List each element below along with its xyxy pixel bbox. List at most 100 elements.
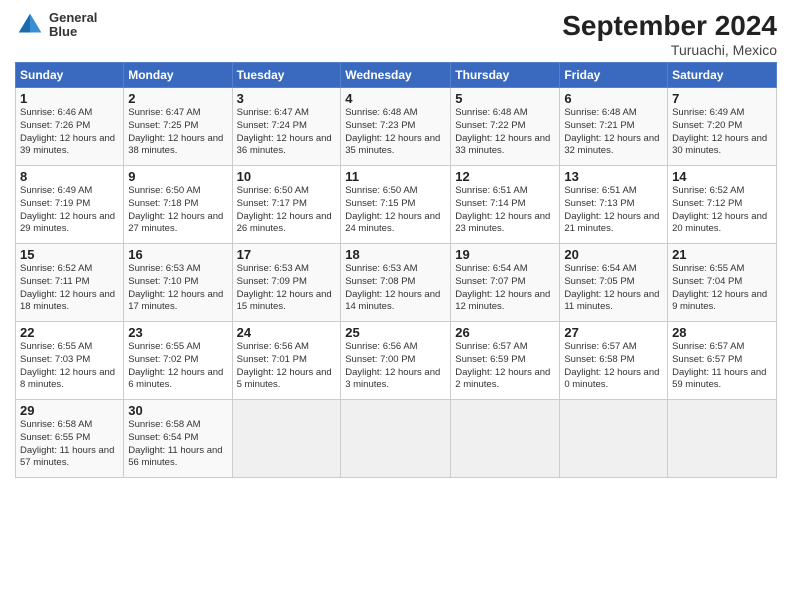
day-number: 28 bbox=[672, 325, 772, 340]
day-number: 11 bbox=[345, 169, 446, 184]
week-row-5: 29Sunrise: 6:58 AM Sunset: 6:55 PM Dayli… bbox=[16, 400, 777, 478]
logo-line1: General bbox=[49, 11, 97, 25]
day-number: 15 bbox=[20, 247, 119, 262]
col-monday: Monday bbox=[124, 63, 232, 88]
table-row: 29Sunrise: 6:58 AM Sunset: 6:55 PM Dayli… bbox=[16, 400, 124, 478]
day-number: 18 bbox=[345, 247, 446, 262]
day-number: 22 bbox=[20, 325, 119, 340]
day-number: 23 bbox=[128, 325, 227, 340]
day-number: 19 bbox=[455, 247, 555, 262]
table-row: 30Sunrise: 6:58 AM Sunset: 6:54 PM Dayli… bbox=[124, 400, 232, 478]
header-row: Sunday Monday Tuesday Wednesday Thursday… bbox=[16, 63, 777, 88]
day-info: Sunrise: 6:55 AM Sunset: 7:03 PM Dayligh… bbox=[20, 341, 119, 392]
day-info: Sunrise: 6:47 AM Sunset: 7:25 PM Dayligh… bbox=[128, 107, 227, 158]
day-info: Sunrise: 6:55 AM Sunset: 7:04 PM Dayligh… bbox=[672, 263, 772, 314]
day-info: Sunrise: 6:53 AM Sunset: 7:09 PM Dayligh… bbox=[237, 263, 337, 314]
table-row bbox=[451, 400, 560, 478]
col-tuesday: Tuesday bbox=[232, 63, 341, 88]
table-row: 17Sunrise: 6:53 AM Sunset: 7:09 PM Dayli… bbox=[232, 244, 341, 322]
day-info: Sunrise: 6:50 AM Sunset: 7:18 PM Dayligh… bbox=[128, 185, 227, 236]
table-row bbox=[341, 400, 451, 478]
table-row bbox=[232, 400, 341, 478]
day-info: Sunrise: 6:49 AM Sunset: 7:20 PM Dayligh… bbox=[672, 107, 772, 158]
day-info: Sunrise: 6:46 AM Sunset: 7:26 PM Dayligh… bbox=[20, 107, 119, 158]
day-info: Sunrise: 6:57 AM Sunset: 6:59 PM Dayligh… bbox=[455, 341, 555, 392]
day-info: Sunrise: 6:49 AM Sunset: 7:19 PM Dayligh… bbox=[20, 185, 119, 236]
day-number: 6 bbox=[564, 91, 663, 106]
table-row: 25Sunrise: 6:56 AM Sunset: 7:00 PM Dayli… bbox=[341, 322, 451, 400]
day-number: 1 bbox=[20, 91, 119, 106]
day-number: 10 bbox=[237, 169, 337, 184]
col-thursday: Thursday bbox=[451, 63, 560, 88]
day-info: Sunrise: 6:50 AM Sunset: 7:17 PM Dayligh… bbox=[237, 185, 337, 236]
day-info: Sunrise: 6:50 AM Sunset: 7:15 PM Dayligh… bbox=[345, 185, 446, 236]
day-number: 21 bbox=[672, 247, 772, 262]
table-row: 3Sunrise: 6:47 AM Sunset: 7:24 PM Daylig… bbox=[232, 88, 341, 166]
day-number: 29 bbox=[20, 403, 119, 418]
day-info: Sunrise: 6:52 AM Sunset: 7:12 PM Dayligh… bbox=[672, 185, 772, 236]
table-row: 18Sunrise: 6:53 AM Sunset: 7:08 PM Dayli… bbox=[341, 244, 451, 322]
day-info: Sunrise: 6:48 AM Sunset: 7:22 PM Dayligh… bbox=[455, 107, 555, 158]
day-info: Sunrise: 6:53 AM Sunset: 7:08 PM Dayligh… bbox=[345, 263, 446, 314]
table-row: 4Sunrise: 6:48 AM Sunset: 7:23 PM Daylig… bbox=[341, 88, 451, 166]
table-row bbox=[560, 400, 668, 478]
week-row-4: 22Sunrise: 6:55 AM Sunset: 7:03 PM Dayli… bbox=[16, 322, 777, 400]
calendar-table: Sunday Monday Tuesday Wednesday Thursday… bbox=[15, 62, 777, 478]
table-row: 1Sunrise: 6:46 AM Sunset: 7:26 PM Daylig… bbox=[16, 88, 124, 166]
week-row-3: 15Sunrise: 6:52 AM Sunset: 7:11 PM Dayli… bbox=[16, 244, 777, 322]
day-number: 24 bbox=[237, 325, 337, 340]
day-number: 16 bbox=[128, 247, 227, 262]
day-info: Sunrise: 6:52 AM Sunset: 7:11 PM Dayligh… bbox=[20, 263, 119, 314]
table-row: 12Sunrise: 6:51 AM Sunset: 7:14 PM Dayli… bbox=[451, 166, 560, 244]
day-info: Sunrise: 6:53 AM Sunset: 7:10 PM Dayligh… bbox=[128, 263, 227, 314]
title-block: September 2024 Turuachi, Mexico bbox=[562, 10, 777, 58]
table-row: 15Sunrise: 6:52 AM Sunset: 7:11 PM Dayli… bbox=[16, 244, 124, 322]
day-info: Sunrise: 6:58 AM Sunset: 6:54 PM Dayligh… bbox=[128, 419, 227, 470]
day-number: 14 bbox=[672, 169, 772, 184]
day-info: Sunrise: 6:54 AM Sunset: 7:05 PM Dayligh… bbox=[564, 263, 663, 314]
day-number: 27 bbox=[564, 325, 663, 340]
table-row: 7Sunrise: 6:49 AM Sunset: 7:20 PM Daylig… bbox=[668, 88, 777, 166]
day-number: 7 bbox=[672, 91, 772, 106]
week-row-1: 1Sunrise: 6:46 AM Sunset: 7:26 PM Daylig… bbox=[16, 88, 777, 166]
table-row: 9Sunrise: 6:50 AM Sunset: 7:18 PM Daylig… bbox=[124, 166, 232, 244]
table-row: 11Sunrise: 6:50 AM Sunset: 7:15 PM Dayli… bbox=[341, 166, 451, 244]
table-row: 27Sunrise: 6:57 AM Sunset: 6:58 PM Dayli… bbox=[560, 322, 668, 400]
day-number: 26 bbox=[455, 325, 555, 340]
day-info: Sunrise: 6:56 AM Sunset: 7:00 PM Dayligh… bbox=[345, 341, 446, 392]
logo-text: General Blue bbox=[49, 11, 97, 40]
table-row: 2Sunrise: 6:47 AM Sunset: 7:25 PM Daylig… bbox=[124, 88, 232, 166]
day-info: Sunrise: 6:57 AM Sunset: 6:58 PM Dayligh… bbox=[564, 341, 663, 392]
week-row-2: 8Sunrise: 6:49 AM Sunset: 7:19 PM Daylig… bbox=[16, 166, 777, 244]
day-number: 25 bbox=[345, 325, 446, 340]
table-row: 6Sunrise: 6:48 AM Sunset: 7:21 PM Daylig… bbox=[560, 88, 668, 166]
day-number: 30 bbox=[128, 403, 227, 418]
col-sunday: Sunday bbox=[16, 63, 124, 88]
table-row: 23Sunrise: 6:55 AM Sunset: 7:02 PM Dayli… bbox=[124, 322, 232, 400]
day-number: 9 bbox=[128, 169, 227, 184]
day-info: Sunrise: 6:56 AM Sunset: 7:01 PM Dayligh… bbox=[237, 341, 337, 392]
logo-icon bbox=[15, 10, 45, 40]
col-friday: Friday bbox=[560, 63, 668, 88]
table-row: 8Sunrise: 6:49 AM Sunset: 7:19 PM Daylig… bbox=[16, 166, 124, 244]
day-info: Sunrise: 6:58 AM Sunset: 6:55 PM Dayligh… bbox=[20, 419, 119, 470]
calendar-body: 1Sunrise: 6:46 AM Sunset: 7:26 PM Daylig… bbox=[16, 88, 777, 478]
table-row: 20Sunrise: 6:54 AM Sunset: 7:05 PM Dayli… bbox=[560, 244, 668, 322]
day-info: Sunrise: 6:48 AM Sunset: 7:21 PM Dayligh… bbox=[564, 107, 663, 158]
day-number: 20 bbox=[564, 247, 663, 262]
day-info: Sunrise: 6:47 AM Sunset: 7:24 PM Dayligh… bbox=[237, 107, 337, 158]
table-row: 21Sunrise: 6:55 AM Sunset: 7:04 PM Dayli… bbox=[668, 244, 777, 322]
day-number: 5 bbox=[455, 91, 555, 106]
table-row: 19Sunrise: 6:54 AM Sunset: 7:07 PM Dayli… bbox=[451, 244, 560, 322]
logo-line2: Blue bbox=[49, 25, 97, 39]
table-row: 14Sunrise: 6:52 AM Sunset: 7:12 PM Dayli… bbox=[668, 166, 777, 244]
day-number: 12 bbox=[455, 169, 555, 184]
table-row bbox=[668, 400, 777, 478]
location-title: Turuachi, Mexico bbox=[562, 42, 777, 58]
header: General Blue September 2024 Turuachi, Me… bbox=[15, 10, 777, 58]
col-saturday: Saturday bbox=[668, 63, 777, 88]
table-row: 10Sunrise: 6:50 AM Sunset: 7:17 PM Dayli… bbox=[232, 166, 341, 244]
table-row: 28Sunrise: 6:57 AM Sunset: 6:57 PM Dayli… bbox=[668, 322, 777, 400]
day-info: Sunrise: 6:54 AM Sunset: 7:07 PM Dayligh… bbox=[455, 263, 555, 314]
col-wednesday: Wednesday bbox=[341, 63, 451, 88]
